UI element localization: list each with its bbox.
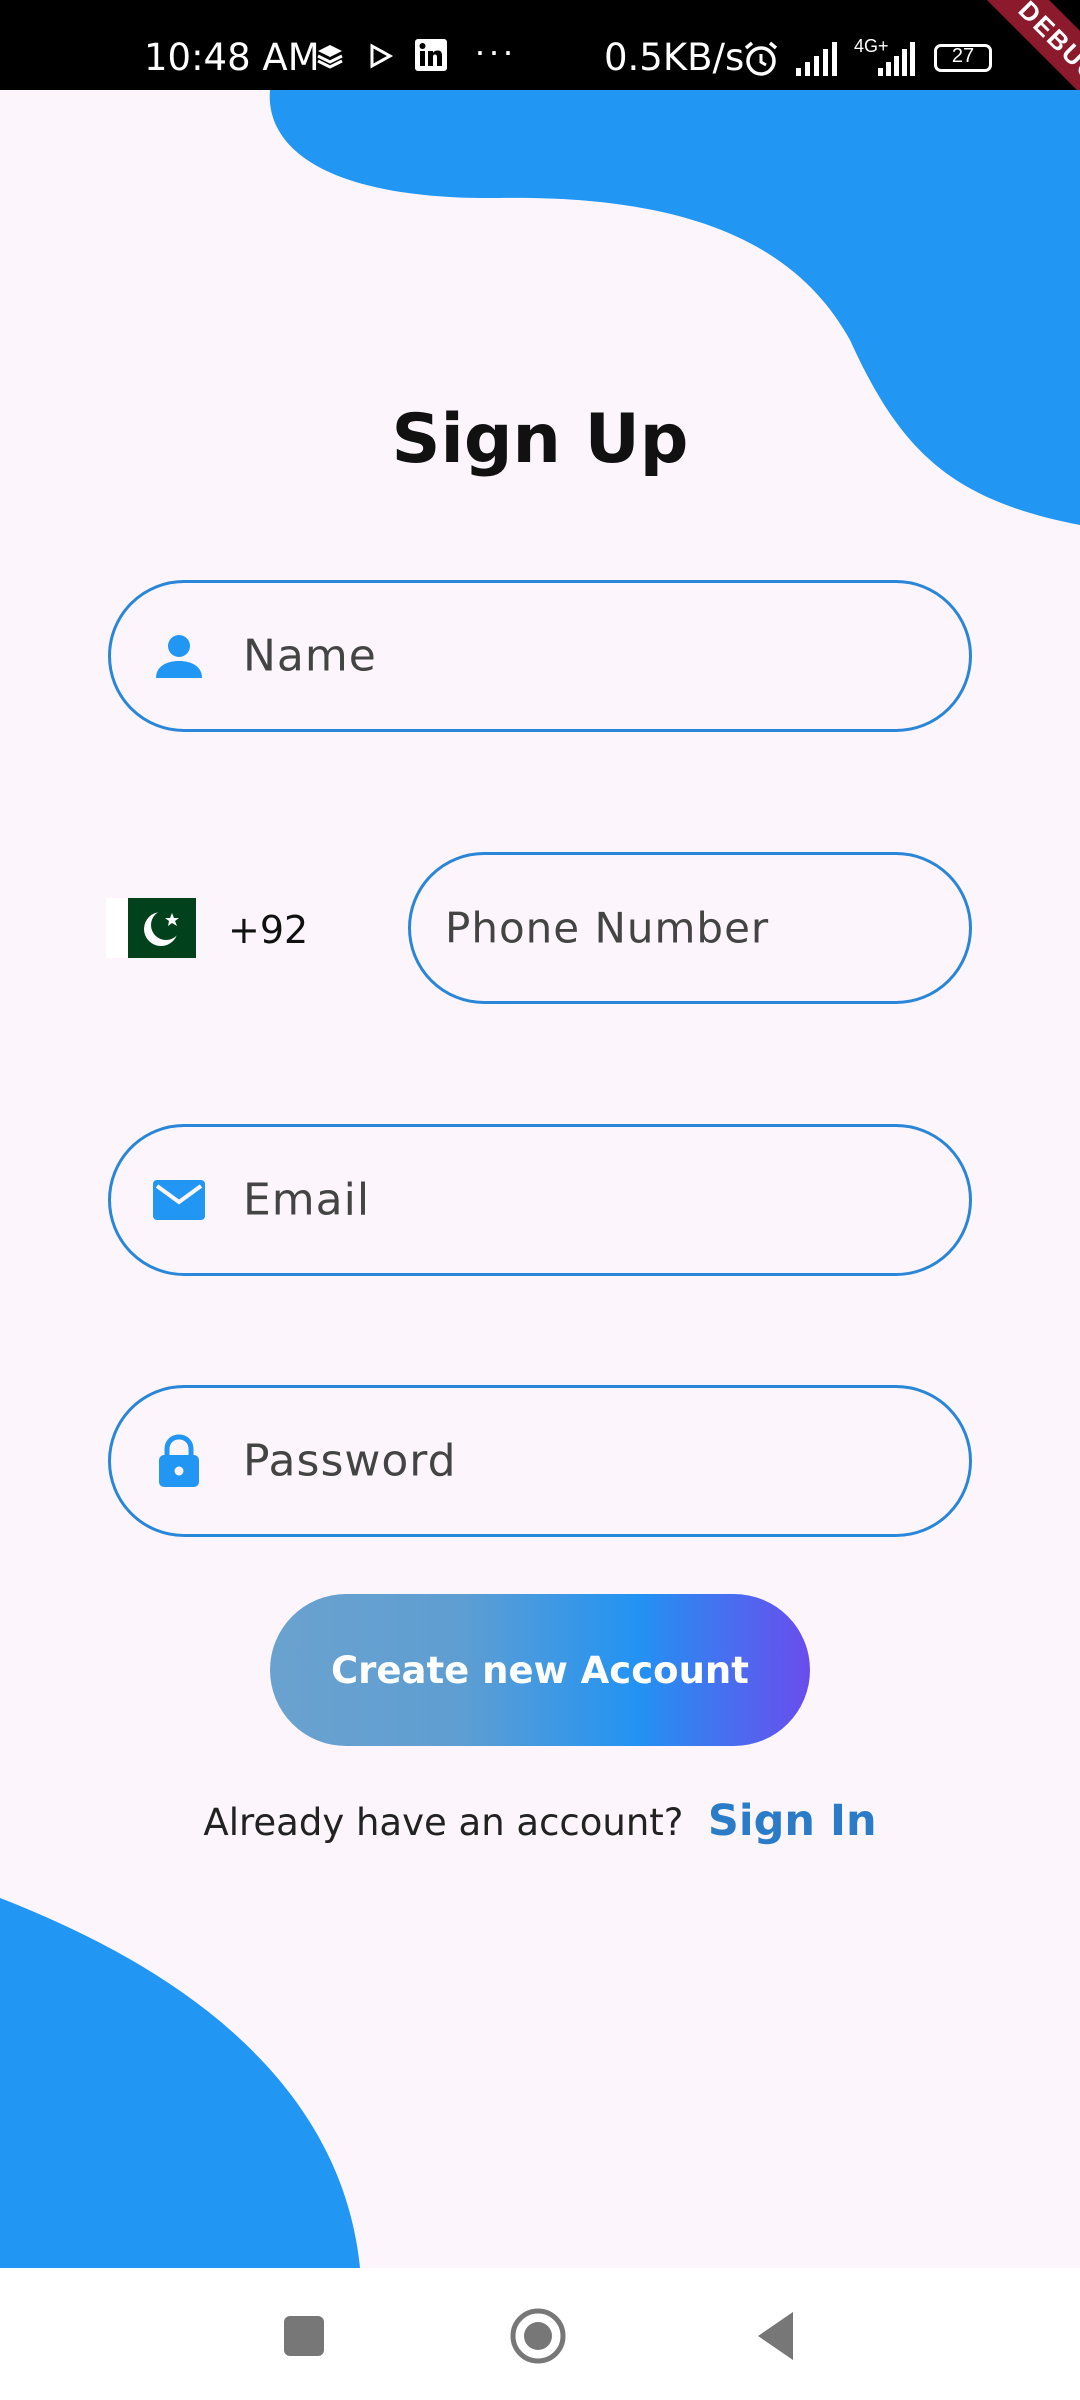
status-time: 10:48 AM [144,36,320,79]
password-field[interactable]: Password [108,1385,972,1537]
signal-icon-2 [878,42,915,76]
signin-row: Already have an account? Sign In [0,1796,1080,1846]
home-icon[interactable] [508,2306,568,2366]
signal-icon [796,42,837,76]
alarm-icon [744,41,778,76]
already-account-text: Already have an account? [203,1801,684,1844]
battery-level: 27 [951,45,975,67]
dial-code: +92 [228,908,309,952]
page-title: Sign Up [391,400,689,479]
linkedin-icon [415,39,447,71]
password-placeholder: Password [243,1435,457,1487]
net-speed: 0.5KB/s [604,36,745,79]
layers-icon [317,45,343,69]
lock-icon [159,1434,199,1487]
email-placeholder: Email [243,1174,371,1226]
create-account-button[interactable]: Create new Account [270,1594,810,1746]
phone-placeholder: Phone Number [445,903,770,953]
more-notifications: ··· [474,30,516,71]
person-icon [156,635,202,678]
phone-number-field[interactable]: Phone Number [408,852,972,1004]
back-icon[interactable] [748,2306,808,2366]
sign-in-link[interactable]: Sign In [708,1796,877,1846]
bottom-wave-decoration [0,1898,360,2268]
play-store-icon [370,43,394,69]
name-placeholder: Name [243,630,377,682]
battery-icon: 27 [934,44,992,72]
email-field[interactable]: Email [108,1124,972,1276]
name-field[interactable]: Name [108,580,972,732]
status-bar: 10:48 AM ··· 0.5KB/s 4G+ 27 DEBUG [0,0,1080,90]
recents-icon[interactable] [274,2306,334,2366]
pakistan-flag-icon [106,898,196,958]
mail-icon [153,1180,205,1220]
system-nav-bar [0,2268,1080,2400]
